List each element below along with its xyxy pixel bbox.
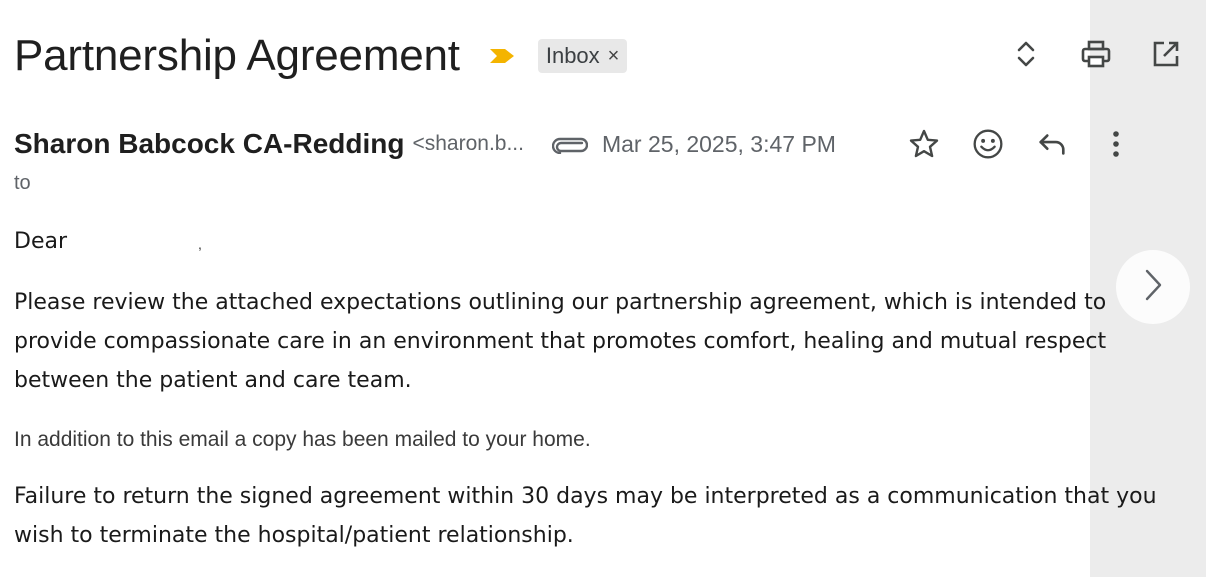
importance-marker-icon[interactable]	[488, 46, 516, 66]
sender-email: <sharon.b...	[412, 132, 524, 155]
attachment-icon	[551, 134, 588, 154]
print-icon[interactable]	[1080, 34, 1112, 74]
subject-row: Partnership Agreement Inbox ×	[14, 28, 628, 84]
reply-icon[interactable]	[1036, 124, 1068, 164]
message-actions	[908, 124, 1132, 164]
recipient-line[interactable]: to	[14, 172, 31, 195]
sender-row: Sharon Babcock CA-Redding <sharon.b... M…	[14, 124, 836, 164]
remove-label-button[interactable]: ×	[608, 45, 620, 68]
more-vertical-icon[interactable]	[1100, 124, 1132, 164]
thread-actions	[1010, 34, 1182, 74]
email-subject: Partnership Agreement	[14, 31, 460, 80]
emoji-reaction-icon[interactable]	[972, 124, 1004, 164]
expand-collapse-icon[interactable]	[1010, 34, 1042, 74]
star-icon[interactable]	[908, 124, 940, 164]
greeting-comma: ,	[198, 236, 202, 252]
chevron-right-icon	[1138, 265, 1168, 310]
next-button[interactable]	[1116, 250, 1190, 324]
email-paragraph: In addition to this email a copy has bee…	[14, 428, 591, 451]
email-date: Mar 25, 2025, 3:47 PM	[601, 130, 836, 157]
email-greeting: Dear	[14, 229, 68, 254]
open-in-new-window-icon[interactable]	[1150, 34, 1182, 74]
sender-name[interactable]: Sharon Babcock CA-Redding	[14, 128, 404, 160]
inbox-label-chip: Inbox ×	[537, 39, 628, 73]
inbox-label-text: Inbox	[545, 43, 600, 68]
email-paragraph: Please review the attached expectations …	[14, 290, 1107, 393]
email-paragraph: Failure to return the signed agreement w…	[14, 484, 1157, 548]
